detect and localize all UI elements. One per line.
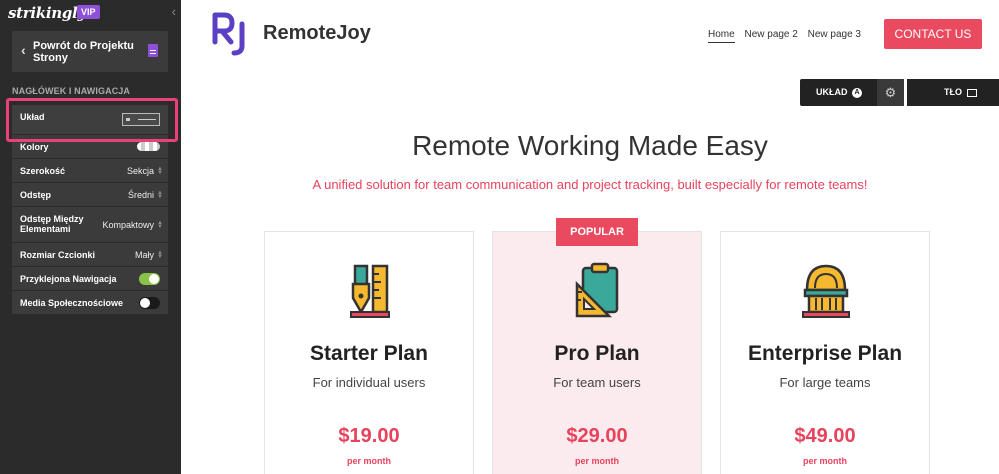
color-swatch-icon bbox=[137, 142, 160, 151]
layout-variant-badge: A bbox=[852, 87, 863, 98]
plan-period: per month bbox=[575, 456, 619, 466]
collapse-sidebar-icon[interactable]: ‹ bbox=[172, 4, 176, 19]
setting-value: Średni bbox=[127, 190, 154, 200]
plan-price: $49.00 bbox=[794, 425, 856, 447]
strikingly-logo: strikingly bbox=[8, 4, 86, 22]
plan-description: For team users bbox=[553, 375, 641, 390]
setting-width[interactable]: Szerokość Sekcja ▲ ▼ bbox=[12, 159, 168, 183]
image-icon bbox=[966, 88, 977, 97]
contact-us-button[interactable]: CONTACT US bbox=[884, 19, 982, 49]
background-button-label: TŁO bbox=[944, 87, 962, 97]
back-to-project-button[interactable]: ‹ Powrót do Projektu Strony bbox=[12, 31, 168, 72]
plan-description: For individual users bbox=[312, 375, 426, 390]
setting-sticky-nav: Przyklejona Nawigacja bbox=[12, 267, 168, 291]
section-editor-toolbar: UKŁAD A ⚙ TŁO bbox=[800, 79, 999, 106]
updown-arrows-icon: ▲ ▼ bbox=[157, 166, 163, 176]
setting-label: Odstęp bbox=[20, 190, 52, 200]
setting-font-size[interactable]: Rozmiar Czcionki Mały ▲ ▼ bbox=[12, 243, 168, 267]
document-icon bbox=[148, 44, 158, 57]
setting-label: Rozmiar Czcionki bbox=[20, 250, 96, 260]
popular-badge: POPULAR bbox=[556, 218, 638, 246]
nav-link-page-2[interactable]: New page 2 bbox=[744, 29, 797, 40]
plan-description: For large teams bbox=[779, 375, 871, 390]
toggle-knob bbox=[149, 274, 159, 284]
pricing-card-enterprise: Enterprise Plan For large teams $49.00 p… bbox=[720, 231, 930, 474]
clipboard-ruler-icon bbox=[575, 262, 619, 318]
setting-label: Szerokość bbox=[20, 166, 66, 176]
updown-arrows-icon: ▲ ▼ bbox=[157, 250, 163, 260]
plan-name: Starter Plan bbox=[310, 342, 428, 365]
setting-spacing[interactable]: Odstęp Średni ▲ ▼ bbox=[12, 183, 168, 207]
site-nav: Home New page 2 New page 3 bbox=[708, 29, 868, 43]
hero-subtitle[interactable]: A unified solution for team communicatio… bbox=[181, 177, 999, 192]
layout-highlight-box bbox=[6, 98, 178, 142]
setting-label: Przyklejona Nawigacja bbox=[20, 274, 117, 284]
chevron-left-icon: ‹ bbox=[21, 42, 26, 58]
updown-arrows-icon: ▲ ▼ bbox=[157, 220, 163, 230]
plan-name: Enterprise Plan bbox=[747, 342, 903, 365]
social-media-toggle[interactable] bbox=[139, 297, 160, 309]
plan-price: $19.00 bbox=[338, 425, 400, 447]
vip-badge: VIP bbox=[77, 5, 100, 19]
setting-label: Media Społecznościowe bbox=[20, 298, 124, 308]
plan-price: $29.00 bbox=[566, 425, 628, 447]
background-button[interactable]: TŁO bbox=[907, 79, 999, 106]
plan-period: per month bbox=[347, 456, 391, 466]
pricing-card-pro: Pro Plan For team users $29.00 per month bbox=[492, 231, 702, 474]
setting-label: Odstęp Między Elementami bbox=[20, 214, 84, 234]
plan-name: Pro Plan bbox=[554, 342, 640, 365]
pen-ruler-icon bbox=[350, 264, 390, 318]
hero-title[interactable]: Remote Working Made Easy bbox=[181, 130, 999, 162]
plan-period: per month bbox=[803, 456, 847, 466]
setting-value: Kompaktowy bbox=[102, 220, 154, 230]
updown-arrows-icon: ▲ ▼ bbox=[157, 190, 163, 200]
setting-label: Kolory bbox=[20, 142, 49, 152]
toggle-knob bbox=[140, 298, 150, 308]
layout-button-label: UKŁAD bbox=[816, 87, 848, 97]
nav-link-home[interactable]: Home bbox=[708, 29, 735, 43]
layout-button[interactable]: UKŁAD A bbox=[800, 79, 877, 106]
brand-row: strikingly VIP ‹ bbox=[8, 4, 178, 22]
setting-element-spacing[interactable]: Odstęp Między Elementami Kompaktowy ▲ ▼ bbox=[12, 207, 168, 243]
editor-sidebar: strikingly VIP ‹ ‹ Powrót do Projektu St… bbox=[0, 0, 181, 474]
setting-value: Mały bbox=[134, 250, 154, 260]
pricing-card-starter: Starter Plan For individual users $19.00… bbox=[264, 231, 474, 474]
setting-value: Sekcja bbox=[126, 166, 154, 176]
sticky-nav-toggle[interactable] bbox=[139, 273, 160, 285]
back-label: Powrót do Projektu Strony bbox=[33, 40, 134, 64]
building-icon bbox=[802, 264, 850, 318]
site-name[interactable]: RemoteJoy bbox=[263, 22, 371, 45]
setting-social-media: Media Społecznościowe bbox=[12, 291, 168, 315]
section-title: NAGŁÓWEK I NAWIGACJA bbox=[12, 86, 130, 96]
remotejoy-logo-icon[interactable] bbox=[212, 12, 250, 56]
nav-link-page-3[interactable]: New page 3 bbox=[808, 29, 861, 40]
gear-icon[interactable]: ⚙ bbox=[877, 79, 904, 106]
